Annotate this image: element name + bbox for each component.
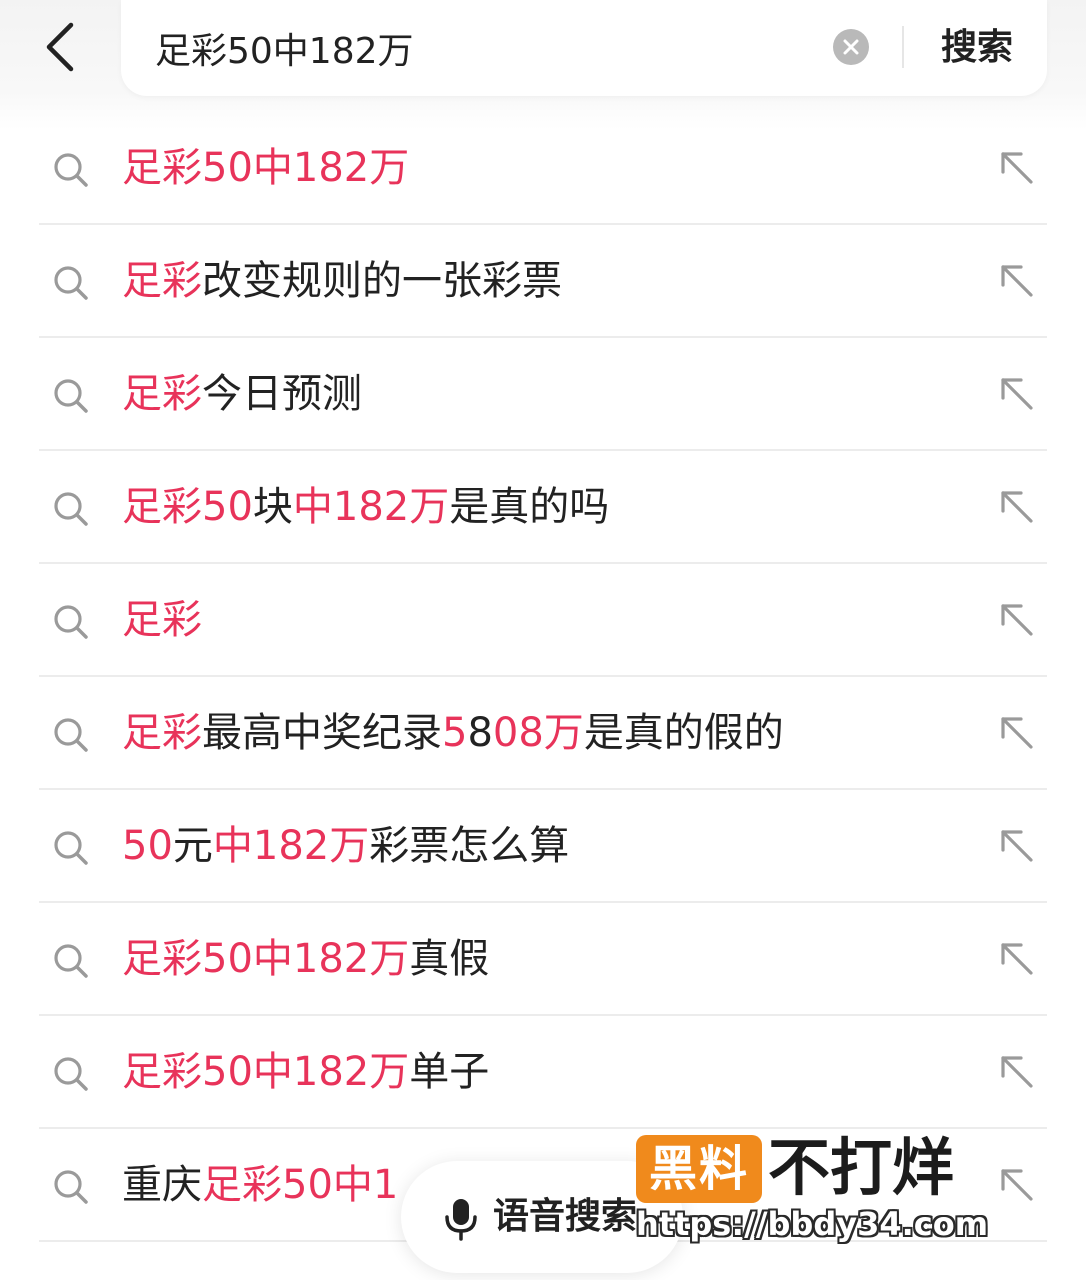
search-icon (54, 831, 88, 865)
arrow-up-left-icon[interactable] (995, 937, 1039, 981)
suggestion-plain-text: 改变规则的一张彩票 (202, 258, 562, 304)
suggestion-row[interactable]: 足彩50中182万真假 (39, 903, 1047, 1016)
suggestion-row[interactable]: 足彩改变规则的一张彩票 (39, 225, 1047, 338)
arrow-up-left-icon[interactable] (995, 1163, 1039, 1207)
search-icon (54, 605, 88, 639)
suggestion-plain-text: 单子 (409, 1049, 490, 1095)
voice-search-label: 语音搜索 (493, 1196, 638, 1237)
suggestion-row[interactable]: 足彩50块中182万是真的吗 (39, 451, 1047, 564)
suggestion-text: 足彩 (122, 592, 202, 648)
arrow-up-left-icon[interactable] (995, 259, 1039, 303)
suggestion-plain-text: 今日预测 (202, 371, 362, 417)
search-icon (54, 1057, 88, 1091)
suggestion-match-text: 足彩50中182万 (122, 1049, 410, 1095)
suggestion-text: 足彩50块中182万是真的吗 (122, 479, 609, 535)
arrow-up-left-icon[interactable] (995, 711, 1039, 755)
clear-button[interactable] (833, 29, 869, 65)
suggestion-match-text: 50 (122, 823, 173, 869)
suggestion-text: 重庆足彩50中1 (122, 1157, 398, 1213)
search-box: 搜索 (121, 0, 1047, 96)
suggestion-match-text: 足彩 (122, 258, 202, 304)
suggestion-row[interactable]: 足彩 (39, 564, 1047, 677)
arrow-up-left-icon[interactable] (995, 598, 1039, 642)
watermark-badge-text: 黑料 (648, 1141, 749, 1197)
arrow-up-left-icon[interactable] (995, 1050, 1039, 1094)
clear-x-icon (843, 39, 859, 55)
arrow-up-left-icon[interactable] (995, 824, 1039, 868)
watermark-logo: 黑料 不打烊 https://bbdy34.com (636, 1131, 988, 1252)
watermark-url: https://bbdy34.com (636, 1205, 989, 1243)
watermark-title: 不打烊 (768, 1131, 955, 1204)
arrow-up-left-icon[interactable] (995, 146, 1039, 190)
suggestion-match-text: 08万 (492, 710, 584, 756)
suggestion-match-text: 中182万 (212, 823, 370, 869)
search-divider (902, 26, 904, 68)
search-icon (54, 492, 88, 526)
arrow-up-left-icon[interactable] (995, 485, 1039, 529)
suggestion-plain-text: 是真的假的 (583, 710, 784, 756)
suggestion-plain-text: 块 (252, 484, 293, 530)
suggestion-text: 足彩50中182万真假 (122, 931, 489, 987)
search-icon (54, 944, 88, 978)
chevron-left-icon (46, 22, 74, 72)
suggestion-row[interactable]: 足彩50中182万 (39, 112, 1047, 225)
suggestion-list: 足彩50中182万 足彩改变规则的一张彩票 足彩今日预测 足彩50块中182万是真的吗… (0, 112, 1086, 1242)
search-icon (54, 266, 88, 300)
search-icon (54, 153, 88, 187)
suggestion-match-text: 足彩 (122, 371, 202, 417)
search-input[interactable] (155, 22, 795, 74)
suggestion-match-text: 5 (442, 710, 468, 756)
suggestion-match-text: 足彩50 (122, 484, 253, 530)
arrow-up-left-icon[interactable] (995, 372, 1039, 416)
suggestion-match-text: 足彩 (122, 710, 202, 756)
suggestion-row[interactable]: 足彩最高中奖纪录5808万是真的假的 (39, 677, 1047, 790)
suggestion-match-text: 足彩50中182万 (122, 936, 410, 982)
suggestion-plain-text: 元 (172, 823, 213, 869)
suggestion-text: 足彩50中182万单子 (122, 1044, 489, 1100)
suggestion-plain-text: 重庆 (122, 1162, 202, 1208)
watermark-badge: 黑料 (636, 1135, 762, 1203)
suggestion-row[interactable]: 足彩今日预测 (39, 338, 1047, 451)
suggestion-plain-text: 真假 (409, 936, 490, 982)
suggestion-text: 足彩今日预测 (122, 366, 362, 422)
microphone-icon (445, 1199, 477, 1241)
suggestion-match-text: 足彩50中182万 (122, 145, 410, 191)
suggestion-row[interactable]: 足彩50中182万单子 (39, 1016, 1047, 1129)
suggestion-text: 足彩最高中奖纪录5808万是真的假的 (122, 705, 784, 761)
search-button[interactable]: 搜索 (927, 22, 1027, 74)
suggestion-plain-text: 彩票怎么算 (369, 823, 570, 869)
suggestion-text: 50元中182万彩票怎么算 (122, 818, 569, 874)
suggestion-plain-text: 是真的吗 (449, 484, 610, 530)
suggestion-match-text: 足彩50中1 (202, 1162, 399, 1208)
search-header: 搜索 (0, 0, 1086, 130)
back-button[interactable] (30, 14, 90, 80)
search-icon (54, 379, 88, 413)
search-icon (54, 1170, 88, 1204)
suggestion-text: 足彩改变规则的一张彩票 (122, 253, 562, 309)
suggestion-match-text: 中182万 (292, 484, 450, 530)
suggestion-match-text: 足彩 (122, 597, 202, 643)
suggestion-plain-text: 最高中奖纪录 (202, 710, 442, 756)
suggestion-plain-text: 8 (467, 710, 493, 756)
suggestion-text: 足彩50中182万 (122, 140, 409, 196)
search-icon (54, 718, 88, 752)
suggestion-row[interactable]: 50元中182万彩票怎么算 (39, 790, 1047, 903)
